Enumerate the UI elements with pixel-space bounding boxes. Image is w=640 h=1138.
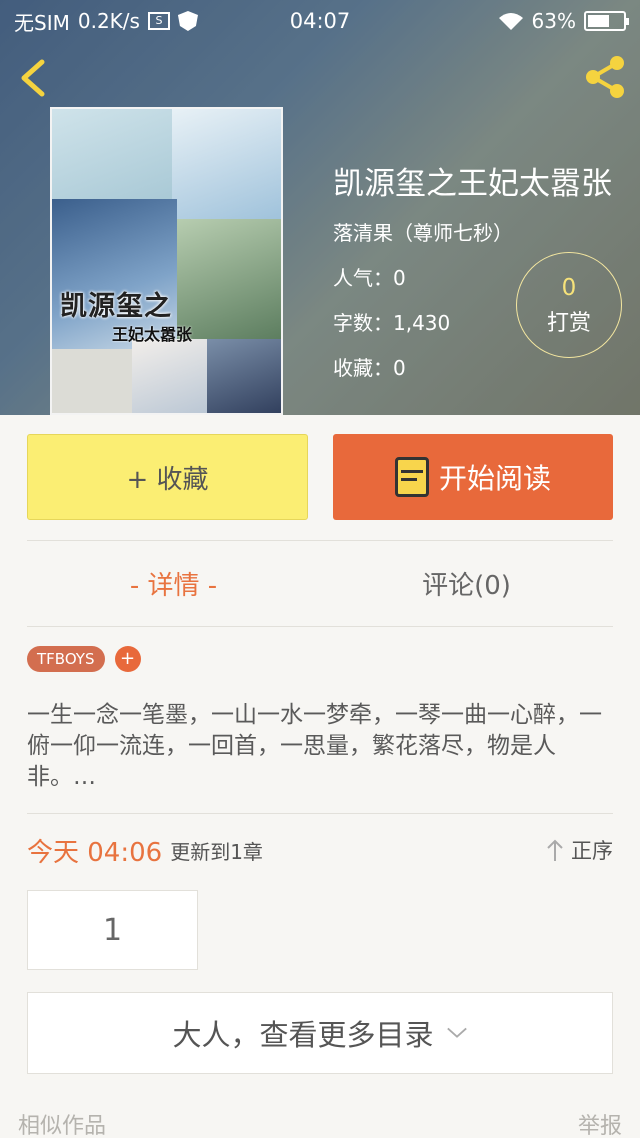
- tag-list: TFBOYS +: [27, 646, 141, 672]
- more-chapters-button[interactable]: 大人，查看更多目录: [27, 992, 613, 1074]
- tab-details-label: - 详情 -: [129, 570, 218, 601]
- book-icon: [394, 457, 429, 497]
- update-row: 今天 04:06 更新到1章 正序: [27, 830, 613, 870]
- share-icon: [586, 56, 624, 98]
- start-reading-button[interactable]: 开始阅读: [333, 434, 613, 520]
- read-label: 开始阅读: [438, 462, 551, 495]
- chapter-item[interactable]: 1: [27, 890, 198, 970]
- detail-tabs: - 详情 - 评论(0): [27, 541, 613, 625]
- report-link[interactable]: 举报: [578, 1108, 622, 1138]
- back-button[interactable]: [14, 56, 54, 100]
- book-author[interactable]: 落清果（尊师七秒）: [333, 217, 612, 246]
- wifi-icon: [498, 12, 524, 30]
- divider: [27, 626, 613, 627]
- clock: 04:07: [289, 9, 351, 33]
- tab-comments[interactable]: 评论(0): [320, 541, 613, 625]
- share-button[interactable]: [582, 54, 628, 100]
- divider: [27, 813, 613, 814]
- book-cover[interactable]: 凯源玺之 王妃太嚣张: [50, 107, 283, 415]
- collect-label: + 收藏: [126, 464, 209, 495]
- book-title: 凯源玺之王妃太嚣张: [333, 166, 612, 202]
- more-chapters-label: 大人，查看更多目录: [172, 1018, 434, 1052]
- tab-comments-label: 评论(0): [422, 570, 511, 601]
- sort-order-button[interactable]: 正序: [545, 835, 613, 865]
- sort-label: 正序: [571, 839, 613, 863]
- reward-label: 打赏: [546, 311, 591, 336]
- add-tag-button[interactable]: +: [114, 646, 141, 672]
- cover-subtitle: 王妃太嚣张: [112, 325, 193, 344]
- chevron-down-icon: [446, 1027, 467, 1038]
- reward-count: 0: [561, 275, 577, 301]
- book-description: 一生一念一笔墨，一山一水一梦牵，一琴一曲一心醉，一俯一仰一流连，一回首，一思量，…: [27, 702, 602, 790]
- update-time: 今天 04:06: [27, 837, 163, 868]
- cover-title: 凯源玺之: [60, 291, 172, 322]
- tag-item[interactable]: TFBOYS: [27, 646, 105, 672]
- tab-details[interactable]: - 详情 -: [27, 541, 320, 625]
- chevron-left-icon: [21, 59, 45, 97]
- arrow-up-icon: [547, 839, 563, 861]
- update-text: 更新到1章: [170, 839, 263, 864]
- chapter-number: 1: [102, 912, 123, 948]
- similar-works-heading: 相似作品: [18, 1114, 107, 1138]
- footer-row: 相似作品 举报: [18, 1108, 622, 1138]
- battery-level: [588, 15, 609, 27]
- battery-icon: [584, 11, 629, 31]
- reward-button[interactable]: 0 打赏: [516, 252, 622, 358]
- status-bar: 无SIM 0.2K/s S 04:07 63%: [0, 0, 640, 42]
- add-to-favorites-button[interactable]: + 收藏: [27, 434, 308, 520]
